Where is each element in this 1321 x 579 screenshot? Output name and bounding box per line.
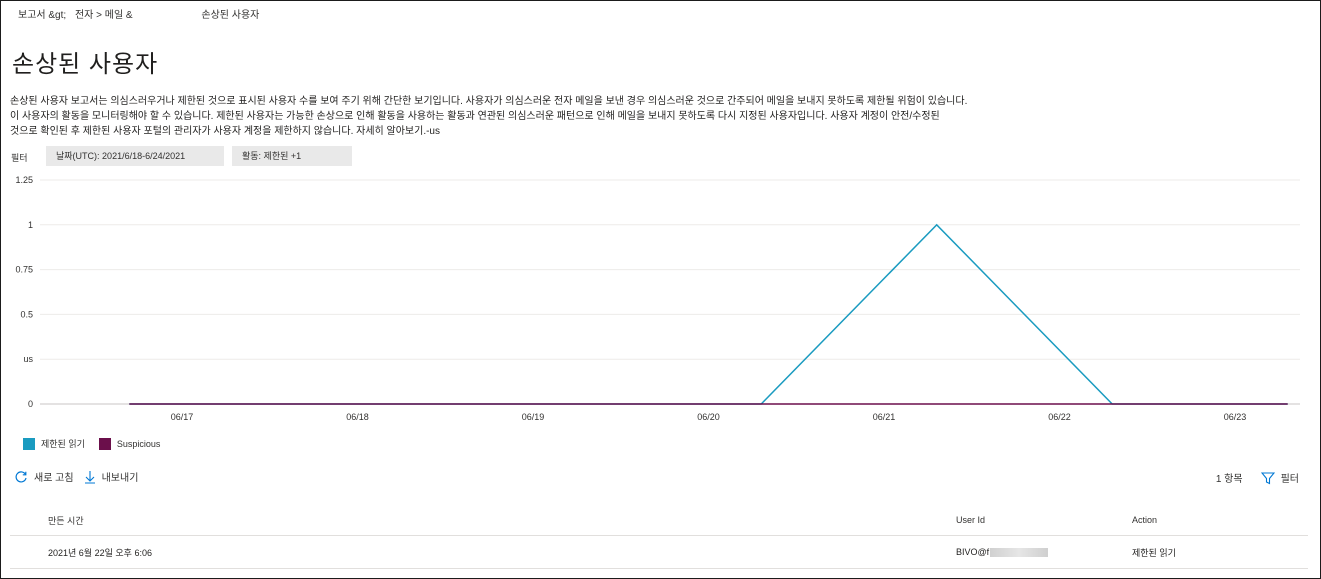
breadcrumb: 보고서 &gt; 전자 > 메일 & 손상된 사용자: [18, 6, 265, 21]
cell-action: 제한된 읽기: [1132, 547, 1176, 558]
x-tick-label: 06/18: [346, 412, 369, 422]
x-tick-label: 06/21: [873, 412, 896, 422]
table-right-tools: 1 항목 필터: [1216, 470, 1299, 485]
x-tick-label: 06/17: [171, 412, 194, 422]
legend-item-restricted[interactable]: 제한된 읽기: [23, 437, 85, 450]
refresh-icon: [15, 470, 27, 482]
filter-label-text: 필터: [1280, 474, 1299, 485]
refresh-label: 새로 고침: [34, 473, 74, 484]
description-line-1: 손상된 사용자 보고서는 의심스러우거나 제한된 것으로 표시된 사용자 수를 …: [10, 96, 968, 107]
x-tick-label: 06/22: [1048, 412, 1071, 422]
column-header-action[interactable]: Action: [1132, 505, 1157, 535]
filter-label: 필터: [11, 153, 28, 163]
cell-created: 2021년 6월 22일 오후 6:06: [48, 547, 152, 558]
download-icon: [84, 470, 95, 484]
export-button[interactable]: 내보내기: [84, 469, 139, 484]
legend-swatch-suspicious: [98, 437, 111, 450]
user-id-text: BIVO@f: [956, 547, 990, 557]
y-tick-label: 1: [28, 220, 33, 230]
filter-icon: [1260, 471, 1275, 484]
table-toolbar: 새로 고침 내보내기: [14, 469, 148, 484]
breadcrumb-item-reports[interactable]: 보고서 &gt;: [18, 10, 66, 21]
legend-item-suspicious[interactable]: Suspicious: [98, 437, 161, 450]
chart-legend: 제한된 읽기 Suspicious: [23, 437, 174, 450]
filter-button[interactable]: 필터: [1260, 470, 1299, 485]
y-tick-label: 1.25: [15, 175, 33, 185]
table-header: 만든 시간 User Id Action: [10, 505, 1308, 536]
y-tick-label: 0.5: [20, 309, 33, 319]
page-description: 손상된 사용자 보고서는 의심스러우거나 제한된 것으로 표시된 사용자 수를 …: [10, 94, 1090, 139]
breadcrumb-item-current: 손상된 사용자: [201, 10, 260, 21]
legend-label-suspicious: Suspicious: [116, 438, 161, 449]
description-line-2: 이 사용자의 활동을 모니터링해야 할 수 있습니다. 제한된 사용자는 가능한…: [10, 111, 940, 122]
item-count: 1 항목: [1215, 474, 1243, 485]
description-line-3: 것으로 확인된 후 제한된 사용자 포털의 관리자가 사용자 계정을 제한하지 …: [10, 126, 440, 137]
breadcrumb-item-email[interactable]: 전자 > 메일 &: [75, 10, 133, 21]
x-tick-label: 06/19: [522, 412, 545, 422]
redacted-block: [990, 547, 1049, 557]
legend-swatch-restricted: [23, 437, 35, 450]
column-header-created[interactable]: 만든 시간: [48, 505, 84, 535]
page-title: 손상된 사용자: [12, 51, 159, 78]
x-tick-label: 06/20: [697, 412, 720, 422]
export-label: 내보내기: [101, 473, 139, 484]
x-tick-label: 06/23: [1224, 412, 1247, 422]
legend-label-restricted: 제한된 읽기: [41, 439, 85, 449]
cell-user-id: BIVO@f: [956, 536, 1049, 568]
y-tick-label: 0: [28, 399, 33, 409]
line-chart: 1.25 1 0.75 0.5 us 0 06/17 06/18 06/19 06/20 06/21…: [15, 175, 1300, 422]
table-row[interactable]: 2021년 6월 22일 오후 6:06 BIVO@f 제한된 읽기: [10, 536, 1308, 569]
refresh-button[interactable]: 새로 고침: [14, 469, 74, 484]
activity-filter-pill[interactable]: 활동: 제한된 +1: [232, 146, 352, 166]
y-tick-label: us: [23, 354, 33, 364]
date-filter-pill[interactable]: 날짜(UTC): 2021/6/18-6/24/2021: [46, 146, 224, 166]
y-tick-label: 0.75: [15, 265, 33, 275]
column-header-user-id[interactable]: User Id: [956, 505, 985, 535]
